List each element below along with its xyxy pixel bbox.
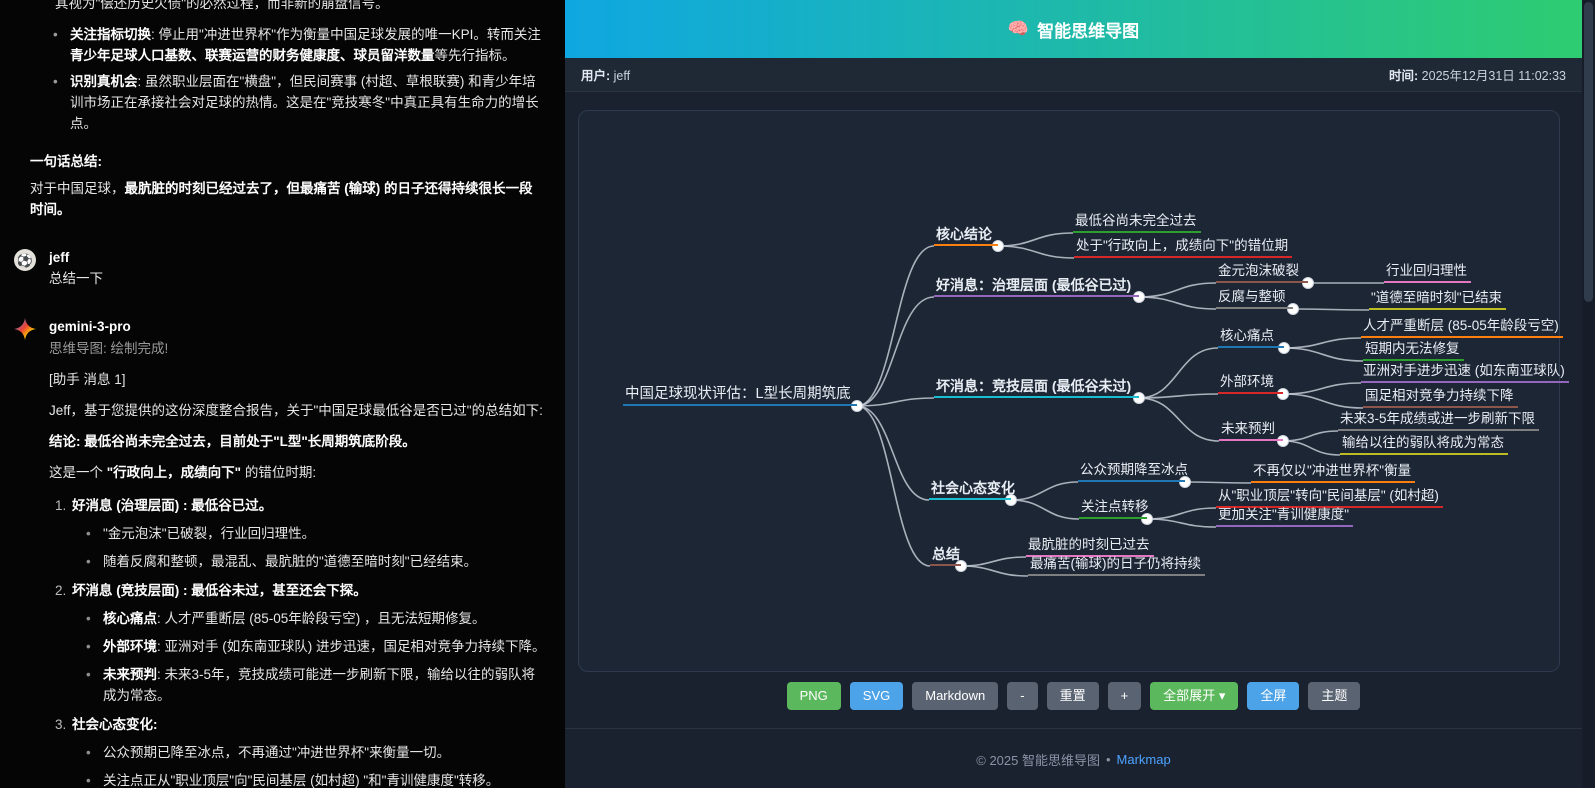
mindmap-node[interactable]: 亚洲对手进步迅速 (如东南亚球队) [1361,361,1569,383]
assistant-tag: [助手 消息 1] [49,369,547,390]
mindmap-node[interactable]: 未来预判 [1219,419,1283,441]
scrollbar[interactable] [1582,0,1595,788]
mindmap-node[interactable]: 坏消息：竞技层面 (最低谷未过) [934,376,1139,398]
bullet-text: : 虽然职业层面在"横盘"，但民间赛事 (村超、草根联赛) 和青少年培训市场正在… [70,74,539,131]
assistant-ordered-list: 1.好消息 (治理层面) : 最低谷已过。 "金元泡沫"已破裂，行业回归理性。 … [55,495,547,788]
mindmap-node[interactable]: 核心结论 [934,224,998,246]
list-item: 2.坏消息 (竞技层面) : 最低谷未过，甚至还会下探。 核心痛点: 人才严重断… [55,580,547,706]
mindmap-canvas[interactable]: 中国足球现状评估：L型长周期筑底 核心结论 最低谷尚未完全过去 处于"行政向上，… [578,110,1560,672]
mindmap-node[interactable]: 金元泡沫破裂 [1216,261,1308,283]
list-item: 核心痛点: 人才严重断层 (85-05年龄段亏空) ，且无法短期修复。 [86,608,547,629]
mindmap-node[interactable]: "道德至暗时刻"已结束 [1369,288,1506,310]
export-markdown-button[interactable]: Markdown [912,682,998,710]
assistant-intro: Jeff，基于您提供的这份深度整合报告，关于"中国足球最低谷是否已过"的总结如下… [49,400,547,421]
mindmap-node[interactable]: 外部环境 [1218,372,1283,394]
list-item: 关注指标切换: 停止用"冲进世界杯"作为衡量中国足球发展的唯一KPI。转而关注青… [53,24,543,66]
scrollbar-thumb[interactable] [1584,2,1593,302]
time-label: 时间: [1389,69,1418,83]
zoom-in-button[interactable]: + [1108,682,1142,710]
assistant-name: gemini-3-pro [49,316,547,337]
user-label: 用户: [581,69,610,83]
mindmap-node[interactable]: 未来3-5年成绩或进一步刷新下限 [1338,409,1539,431]
list-item: 外部环境: 亚洲对手 (如东南亚球队) 进步迅速，国足相对竞争力持续下降。 [86,636,547,657]
mindmap-node[interactable]: 行业回归理性 [1384,261,1471,283]
mindmap-node[interactable]: 人才严重断层 (85-05年龄段亏空) [1361,316,1563,338]
list-item: 未来预判: 未来3-5年，竞技成绩可能进一步刷新下限，输给以往的弱队将成为常态。 [86,664,547,706]
user-name: jeff [49,247,547,268]
app-title: 智能思维导图 [1037,17,1139,42]
list-item: "金元泡沫"已破裂，行业回归理性。 [86,523,547,544]
user-avatar: ⚽ [14,249,36,271]
chat-panel: 其视为"偿还历史欠债"的必然过程，而非新的崩盘信号。 关注指标切换: 停止用"冲… [0,0,565,788]
zoom-out-button[interactable]: - [1007,682,1037,710]
mindmap-node[interactable]: 国足相对竞争力持续下降 [1363,386,1518,408]
info-bar: 用户: jeff 时间: 2025年12月31日 11:02:33 [565,58,1582,92]
bullet-lead: 关注指标切换 [70,27,151,42]
list-item: 1.好消息 (治理层面) : 最低谷已过。 "金元泡沫"已破裂，行业回归理性。 … [55,495,547,572]
assistant-message: gemini-3-pro 思维导图: 绘制完成! [助手 消息 1] Jeff，… [14,316,565,788]
assistant-conclusion: 结论: 最低谷尚未完全过去，目前处于"L型"长周期筑底阶段。 [49,434,416,449]
mindmap-node[interactable]: 好消息：治理层面 (最低谷已过) [934,275,1139,297]
assistant-status: 思维导图: 绘制完成! [49,338,547,359]
copyright-text: © 2025 智能思维导图 [976,750,1100,769]
mindmap-node[interactable]: 关注点转移 [1079,497,1147,519]
mindmap-node[interactable]: 最低谷尚未完全过去 [1073,211,1201,233]
mindmap-node[interactable]: 反腐与整顿 [1216,287,1293,309]
bullet-text: : 停止用"冲进世界杯"作为衡量中国足球发展的唯一KPI。转而关注 [151,27,541,42]
clipped-paragraph: 其视为"偿还历史欠债"的必然过程，而非新的崩盘信号。 [55,0,543,14]
bullet-lead: 识别真机会 [70,74,138,89]
user-value: jeff [614,69,630,83]
list-item: 3.社会心态变化: 公众预期已降至冰点，不再通过"冲进世界杯"来衡量一切。 关注… [55,714,547,788]
assistant-period-line: 这是一个 "行政向上，成绩向下" 的错位时期: [49,462,547,483]
reset-button[interactable]: 重置 [1047,682,1099,710]
mindmap-node[interactable]: 更加关注"青训健康度" [1216,505,1353,527]
theme-button[interactable]: 主题 [1308,682,1360,710]
summary-paragraph: 对于中国足球，最肮脏的时刻已经过去了，但最痛苦 (输球) 的日子还得持续很长一段… [30,178,543,220]
mindmap-node[interactable]: 总结 [930,544,961,566]
expand-all-button[interactable]: 全部展开 ▾ [1150,682,1238,710]
user-message: ⚽ jeff 总结一下 [14,247,565,289]
summary-heading: 一句话总结: [30,151,543,172]
brain-icon: 🧠 [1008,19,1029,39]
bullet-text: 等先行指标。 [435,48,516,63]
export-svg-button[interactable]: SVG [850,682,903,710]
mindmap-toolbar: PNG SVG Markdown - 重置 + 全部展开 ▾ 全屏 主题 [565,682,1582,710]
mindmap-node[interactable]: 核心痛点 [1218,326,1284,348]
mindmap-node[interactable]: 公众预期降至冰点 [1078,460,1185,482]
list-item: 关注点正从"职业顶层"向"民间基层 (如村超) "和"青训健康度"转移。 [86,770,547,788]
mindmap-node-root[interactable]: 中国足球现状评估：L型长周期筑底 [623,384,857,406]
fullscreen-button[interactable]: 全屏 [1247,682,1299,710]
mindmap-node[interactable]: 处于"行政向上，成绩向下"的错位期 [1074,236,1292,258]
export-png-button[interactable]: PNG [787,682,841,710]
mindmap-node[interactable]: 输给以往的弱队将成为常态 [1340,433,1508,455]
list-item: 识别真机会: 虽然职业层面在"横盘"，但民间赛事 (村超、草根联赛) 和青少年培… [53,71,543,134]
bullet-bold: 青少年足球人口基数、联赛运营的财务健康度、球员留洋数量 [70,48,435,63]
chevron-down-icon: ▾ [1219,688,1226,703]
app-header: 🧠 智能思维导图 [565,0,1582,58]
list-item: 公众预期已降至冰点，不再通过"冲进世界杯"来衡量一切。 [86,742,547,763]
markmap-link[interactable]: Markmap [1117,752,1171,767]
gemini-star-icon [14,318,36,788]
footer-separator: • [1106,752,1111,767]
mindmap-node[interactable]: 最痛苦(输球)的日子仍将持续 [1028,554,1205,576]
list-item: 随着反腐和整顿，最混乱、最肮脏的"道德至暗时刻"已经结束。 [86,551,547,572]
mindmap-node[interactable]: 社会心态变化 [929,478,1011,500]
mindmap-app-panel: 🧠 智能思维导图 用户: jeff 时间: 2025年12月31日 11:02:… [565,0,1582,788]
screen: 其视为"偿还历史欠债"的必然过程，而非新的崩盘信号。 关注指标切换: 停止用"冲… [0,0,1595,788]
mindmap-node[interactable]: 不再仅以"冲进世界杯"衡量 [1251,461,1415,483]
mindmap-node[interactable]: 短期内无法修复 [1363,339,1464,361]
user-message-text: 总结一下 [49,268,547,289]
app-footer: © 2025 智能思维导图 • Markmap [565,728,1582,788]
time-value: 2025年12月31日 11:02:33 [1422,69,1566,83]
analysis-bullet-list: 关注指标切换: 停止用"冲进世界杯"作为衡量中国足球发展的唯一KPI。转而关注青… [53,24,543,134]
